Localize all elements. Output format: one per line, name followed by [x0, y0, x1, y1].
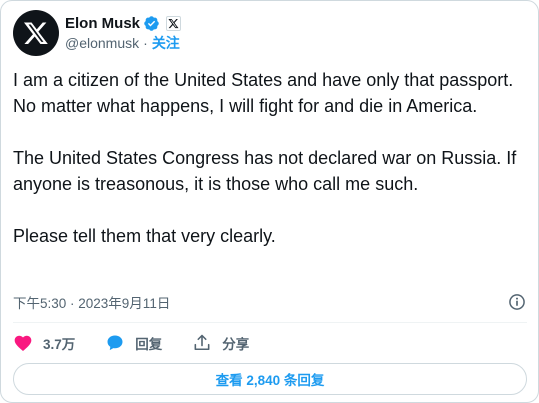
x-affiliate-icon[interactable] [166, 15, 182, 31]
tweet-paragraph: The United States Congress has not decla… [13, 148, 517, 194]
author-info: Elon Musk @elonmusk · 关注 [65, 13, 182, 53]
tweet-meta: 下午5:30 · 2023年9月11日 [13, 292, 527, 312]
like-count: 3.7万 [43, 337, 76, 352]
tweet-timestamp[interactable]: 下午5:30 · 2023年9月11日 [13, 292, 170, 312]
tweet-header: Elon Musk @elonmusk · 关注 [13, 9, 182, 57]
tweet-card: Elon Musk @elonmusk · 关注 I am a citizen … [0, 0, 539, 403]
reply-label: 回复 [135, 337, 163, 352]
verified-badge-icon[interactable] [143, 15, 160, 32]
follow-button[interactable]: 关注 [152, 33, 180, 53]
name-row: Elon Musk [65, 13, 182, 33]
share-icon [192, 333, 212, 353]
info-icon[interactable] [507, 292, 527, 312]
avatar[interactable] [13, 10, 59, 56]
author-handle[interactable]: @elonmusk [65, 35, 139, 51]
tweet-paragraph: I am a citizen of the United States and … [13, 70, 514, 116]
tweet-actions: 3.7万 回复 分享 [13, 331, 279, 355]
tweet-paragraph: Please tell them that very clearly. [13, 226, 276, 246]
share-label: 分享 [222, 337, 250, 352]
x-logo-icon [23, 22, 48, 45]
reply-button[interactable]: 回复 [105, 333, 162, 353]
handle-row: @elonmusk · 关注 [65, 33, 181, 53]
tweet-text: I am a citizen of the United States and … [13, 67, 523, 249]
reply-icon [105, 333, 125, 353]
share-button[interactable]: 分享 [192, 333, 249, 353]
heart-icon [13, 333, 33, 353]
separator-dot: · [143, 35, 148, 51]
author-display-name[interactable]: Elon Musk [65, 15, 140, 32]
divider [13, 322, 527, 323]
like-button[interactable]: 3.7万 [13, 333, 75, 353]
view-replies-button[interactable]: 查看 2,840 条回复 [13, 363, 527, 395]
